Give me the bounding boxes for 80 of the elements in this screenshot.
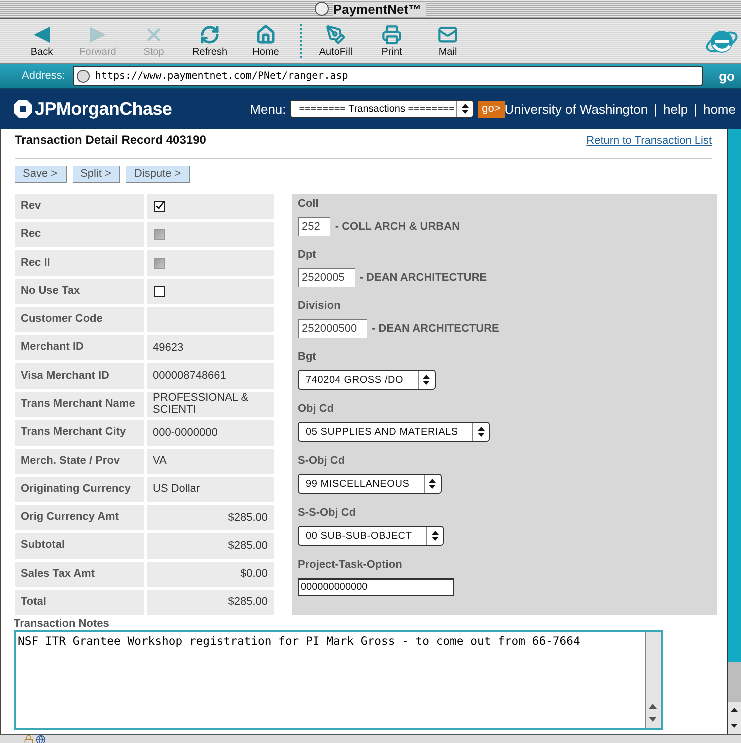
go-link[interactable]: go xyxy=(711,68,741,84)
code-description: - DEAN ARCHITECTURE xyxy=(360,272,488,284)
field-label: Dpt xyxy=(298,249,318,261)
field-label: Obj Cd xyxy=(298,403,336,415)
autofill-toolbar-button[interactable]: AutoFill xyxy=(308,21,364,61)
action-button[interactable]: Split > xyxy=(72,166,120,183)
link-separator: | xyxy=(654,102,658,116)
code-input[interactable]: 252 xyxy=(298,217,330,236)
printer-icon xyxy=(382,24,402,44)
field-label: Coll xyxy=(298,198,320,210)
field-label: Orig Currency Amt xyxy=(15,505,144,530)
field-label: Sales Tax Amt xyxy=(15,562,144,587)
action-button[interactable]: Dispute > xyxy=(126,166,190,183)
field-label: Merchant ID xyxy=(15,335,144,360)
return-link[interactable]: Return to Transaction List xyxy=(586,135,712,147)
select-field[interactable]: 05 SUPPLIES AND MATERIALS xyxy=(298,422,490,442)
field-label: Division xyxy=(298,300,342,312)
home-toolbar-button[interactable]: Home xyxy=(238,21,294,61)
link-separator: | xyxy=(694,102,698,116)
globe-icon xyxy=(36,735,46,743)
menu-label: Menu: xyxy=(250,102,286,116)
header-link[interactable]: home xyxy=(703,102,736,116)
field-value: $0.00 xyxy=(147,562,274,587)
code-description: - COLL ARCH & URBAN xyxy=(335,220,460,232)
field-value: PROFESSIONAL & SCIENTI xyxy=(147,392,274,418)
input-field[interactable]: 000000000000 xyxy=(298,578,454,596)
envelope-icon xyxy=(438,24,458,44)
field-value: $285.00 xyxy=(147,590,274,615)
field-label: Subtotal xyxy=(15,533,144,559)
field-value: $285.00 xyxy=(147,505,274,530)
field-label: Originating Currency xyxy=(15,476,144,502)
notes-textarea[interactable]: NSF ITR Grantee Workshop registration for PI Mark Gross - to come out from 66-7664 xyxy=(14,630,663,730)
window-title: PaymentNet™ xyxy=(333,2,426,16)
select-field[interactable]: 00 SUB-SUB-OBJECT xyxy=(298,526,444,546)
field-label: Bgt xyxy=(298,351,318,363)
checkbox[interactable] xyxy=(154,286,165,297)
field-label: Rev xyxy=(15,194,144,220)
select-field[interactable]: 99 MISCELLANEOUS xyxy=(298,474,442,494)
field-label: Trans Merchant Name xyxy=(15,392,144,418)
field-value: VA xyxy=(147,448,274,474)
field-value: 000008748661 xyxy=(147,363,274,389)
select-field[interactable]: 740204 GROSS /DO xyxy=(298,370,436,390)
notes-label: Transaction Notes xyxy=(14,618,110,630)
action-button[interactable]: Save > xyxy=(15,166,67,183)
refresh-toolbar-button[interactable]: Refresh xyxy=(182,21,238,61)
page-title: Transaction Detail Record 403190 xyxy=(15,133,206,147)
company-logo: JPMorganChase xyxy=(35,98,172,120)
refresh-icon xyxy=(200,24,220,44)
octagon-logo-icon xyxy=(14,100,32,118)
field-value: $285.00 xyxy=(147,533,274,559)
address-label: Address: xyxy=(22,70,66,82)
field-label: Project-Task-Option xyxy=(298,559,404,571)
address-field[interactable]: https://www.paymentnet.com/PNet/ranger.asp xyxy=(73,66,704,86)
field-label: Total xyxy=(15,590,144,615)
code-input[interactable]: 2520005 xyxy=(298,268,355,287)
pen-icon xyxy=(326,24,346,44)
field-value: US Dollar xyxy=(147,476,274,502)
code-input[interactable]: 252000500 xyxy=(298,319,368,338)
lock-icon xyxy=(24,735,34,743)
vertical-scrollbar[interactable] xyxy=(727,129,741,734)
checkbox[interactable] xyxy=(154,201,165,212)
code-description: - DEAN ARCHITECTURE xyxy=(372,322,500,334)
field-label: S-Obj Cd xyxy=(298,455,346,467)
home-icon xyxy=(256,24,276,44)
header-link[interactable]: University of Washington xyxy=(504,102,648,116)
field-label: Trans Merchant City xyxy=(15,420,144,446)
header-link[interactable]: help xyxy=(664,102,688,116)
field-value: 000-0000000 xyxy=(147,420,274,446)
back-toolbar-button[interactable]: Back xyxy=(14,21,70,61)
menu-select[interactable]: ======== Transactions ======== xyxy=(290,100,474,118)
field-value: 49623 xyxy=(147,335,274,360)
field-label: Rec xyxy=(15,222,144,248)
field-label: S-S-Obj Cd xyxy=(298,507,358,519)
field-label: No Use Tax xyxy=(15,278,144,304)
field-label: Merch. State / Prov xyxy=(15,448,144,474)
print-toolbar-button[interactable]: Print xyxy=(364,21,420,61)
field-label: Visa Merchant ID xyxy=(15,363,144,389)
field-label: Customer Code xyxy=(15,306,144,332)
mail-toolbar-button[interactable]: Mail xyxy=(420,21,476,61)
field-label: Rec II xyxy=(15,250,144,276)
